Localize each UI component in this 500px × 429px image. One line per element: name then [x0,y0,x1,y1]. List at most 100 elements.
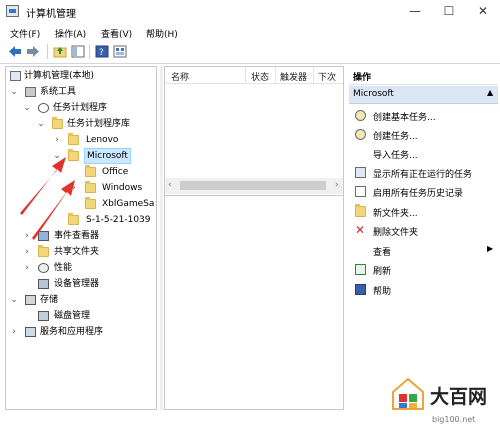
watermark-url: big100.net [432,415,476,424]
tree-label-root: 计算机管理(本地) [24,71,95,81]
watermark-logo-icon [392,377,424,410]
action-label: 创建基本任务... [373,113,436,123]
action-label: 刷新 [373,267,392,277]
tree-label-performance: 性能 [54,263,73,273]
computer-icon [10,71,21,81]
folder-icon [68,149,79,161]
action-delete-folder[interactable]: ✕ 删除文件夹 [349,221,498,240]
watermark-title: 大百网 [430,386,488,408]
disk-icon [38,311,49,321]
close-button[interactable]: ✕ [466,0,500,24]
collapse-chevron-icon[interactable]: ⌄ [53,148,61,164]
expand-chevron-icon[interactable]: › [53,132,61,148]
tree-label-office: Office [102,167,129,177]
menu-view[interactable]: 查看(V) [101,27,132,40]
tree-label-system-tools: 系统工具 [40,87,77,97]
forward-arrow-icon[interactable] [26,45,40,58]
minimize-button[interactable]: — [398,0,432,24]
action-create-basic-task[interactable]: 创建基本任务... [349,106,498,125]
tree-label-sid: S-1-5-21-1039 [86,215,151,225]
actions-pane: 操作 Microsoft ▲ 创建基本任务... 创建任务... 导入任务...… [349,66,498,410]
navigation-tree: 计算机管理(本地) ⌄ 系统工具 ⌄ 任务计划程序 ⌄ 任务计划程序库 › Le… [5,66,157,410]
clock-icon [38,103,49,113]
task-list-pane: 名称 状态 触发器 下次 ‹ › [164,66,344,410]
action-help[interactable]: 帮助 [349,280,498,299]
toolbar: ? [0,41,500,64]
scroll-thumb[interactable] [180,181,326,190]
up-folder-icon[interactable] [53,45,67,58]
properties-icon[interactable] [113,45,127,58]
folder-icon [85,181,96,193]
action-label: 查看 [373,248,392,258]
folder-icon [85,197,96,209]
actions-header: 操作 [349,66,498,85]
refresh-icon [355,264,366,275]
watermark: 大百网 big100.net [388,372,498,428]
tree-label-disk-management: 磁盘管理 [54,311,91,321]
tree-label-windows: Windows [102,183,143,193]
collapse-chevron-icon[interactable]: ⌄ [10,84,18,100]
column-triggers[interactable]: 触发器 [280,70,307,83]
event-viewer-icon [38,231,49,241]
svg-text:?: ? [99,48,104,58]
menu-action[interactable]: 操作(A) [55,27,86,40]
actions-section-microsoft[interactable]: Microsoft ▲ [349,86,498,104]
expand-chevron-icon[interactable]: › [23,228,31,244]
actions-header-label: 操作 [353,73,372,83]
action-enable-history[interactable]: 启用所有任务历史记录 [349,182,498,201]
show-tree-icon[interactable] [71,45,85,58]
action-show-running[interactable]: 显示所有正在运行的任务 [349,163,498,182]
expand-chevron-icon[interactable]: › [70,180,78,196]
folder-icon [68,133,79,145]
tree-label-services: 服务和应用程序 [40,327,104,337]
action-import-task[interactable]: 导入任务... [349,144,498,163]
column-status[interactable]: 状态 [251,70,269,83]
folder-icon [85,165,96,177]
tree-label-device-manager: 设备管理器 [54,279,100,289]
action-label: 导入任务... [373,151,418,161]
window-title: 计算机管理 [26,9,76,20]
pane-divider [165,195,343,196]
maximize-button[interactable]: ☐ [432,0,466,24]
action-label: 删除文件夹 [373,228,419,238]
services-icon [25,327,36,337]
collapse-chevron-icon[interactable]: ⌄ [23,100,31,116]
action-create-task[interactable]: 创建任务... [349,125,498,144]
action-new-folder[interactable]: 新文件夹... [349,202,498,221]
section-collapse-icon[interactable]: ▲ [487,88,493,97]
tree-label-shared-folders: 共享文件夹 [54,247,100,257]
basic-task-icon [355,110,366,121]
collapse-chevron-icon[interactable]: ⌄ [37,116,45,132]
expand-chevron-icon[interactable]: › [10,324,18,340]
menu-help[interactable]: 帮助(H) [146,27,178,40]
shared-folder-icon [38,245,49,257]
menu-file[interactable]: 文件(F) [10,27,40,40]
action-label: 启用所有任务历史记录 [373,189,464,199]
column-next-run[interactable]: 下次 [318,70,336,83]
tree-label-event-viewer: 事件查看器 [54,231,100,241]
scroll-left-icon[interactable]: ‹ [168,180,172,190]
column-name[interactable]: 名称 [171,70,189,83]
back-arrow-icon[interactable] [8,45,22,58]
tree-label-storage: 存储 [40,295,59,305]
action-label: 新文件夹... [373,209,418,219]
actions-section-label: Microsoft [353,89,394,99]
pane-splitter[interactable] [160,66,163,410]
computer-management-icon [6,5,19,17]
action-label: 帮助 [373,287,392,297]
horizontal-scrollbar[interactable]: ‹ › [165,178,343,194]
menu-bar: 文件(F) 操作(A) 查看(V) 帮助(H) [0,24,500,41]
expand-chevron-icon[interactable]: › [23,260,31,276]
help-icon [355,284,366,295]
tree-label-lenovo: Lenovo [86,135,119,145]
collapse-chevron-icon[interactable]: ⌄ [10,292,18,308]
running-tasks-icon [355,167,366,178]
expand-chevron-icon[interactable]: › [23,244,31,260]
scroll-right-icon[interactable]: › [335,180,339,190]
action-view[interactable]: 查看 ▶ [349,241,498,260]
list-header: 名称 状态 触发器 下次 [165,67,343,84]
help-book-icon[interactable]: ? [95,45,109,58]
delete-icon: ✕ [355,223,366,237]
action-refresh[interactable]: 刷新 [349,260,498,279]
tree-label-task-scheduler: 任务计划程序 [53,103,108,113]
